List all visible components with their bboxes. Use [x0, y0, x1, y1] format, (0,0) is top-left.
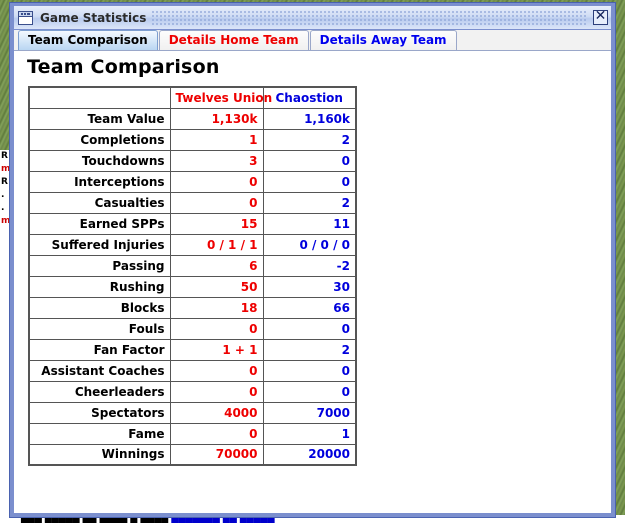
- stat-value-home: 0: [169, 380, 264, 403]
- stat-value-home: 18: [169, 296, 264, 319]
- stat-value-home: 0 / 1 / 1: [169, 233, 264, 256]
- table-row: Interceptions 0 0: [28, 170, 357, 193]
- stat-value-away: 2: [262, 191, 357, 214]
- stat-value-away: 0 / 0 / 0: [262, 233, 357, 256]
- stat-label: Spectators: [28, 401, 171, 424]
- stat-label: Winnings: [28, 443, 171, 466]
- stat-value-away: 1,160k: [262, 107, 357, 130]
- table-row: Fan Factor 1 + 12: [28, 338, 357, 361]
- stat-value-home: 0: [169, 317, 264, 340]
- stat-value-away: 0: [262, 149, 357, 172]
- table-row: Winnings 70000 20000: [28, 443, 357, 466]
- stat-label: Fan Factor: [28, 338, 171, 361]
- stat-value-away: 20000: [262, 443, 357, 466]
- table-row: Touchdowns 3 0: [28, 149, 357, 172]
- stat-value-home: 6: [169, 254, 264, 277]
- table-corner-header: [28, 86, 171, 109]
- stat-label: Touchdowns: [28, 149, 171, 172]
- page-title: Team Comparison: [27, 56, 220, 78]
- tab-team-comparison[interactable]: Team Comparison: [18, 30, 158, 50]
- stat-value-home: 0: [169, 191, 264, 214]
- background-fragment: R: [1, 151, 8, 161]
- stat-value-home: 50: [169, 275, 264, 298]
- stat-value-home: 1,130k: [169, 107, 264, 130]
- tab-details-away-team[interactable]: Details Away Team: [309, 30, 457, 50]
- window-title: Game Statistics: [40, 10, 147, 25]
- table-header-row: Twelves Union Chaostion: [28, 86, 357, 109]
- tab-content-panel: Team Comparison Twelves Union Chaostion …: [14, 51, 611, 513]
- table-row: Spectators 4000 7000: [28, 401, 357, 424]
- stat-value-away: 0: [262, 380, 357, 403]
- background-left-content-strip: R m R . . m: [0, 150, 9, 523]
- stat-label: Interceptions: [28, 170, 171, 193]
- table-row: Assistant Coaches 0 0: [28, 359, 357, 382]
- close-icon[interactable]: ✕: [593, 8, 608, 25]
- stat-label: Fame: [28, 422, 171, 445]
- stat-label: Completions: [28, 128, 171, 151]
- window-titlebar[interactable]: Game Statistics ✕: [14, 6, 611, 30]
- stat-value-home: 1: [169, 128, 264, 151]
- background-fragment: .: [1, 203, 5, 213]
- stat-value-away: 2: [262, 128, 357, 151]
- close-glyph: ✕: [594, 8, 607, 24]
- stat-value-away: 30: [262, 275, 357, 298]
- stat-value-away: 0: [262, 317, 357, 340]
- stat-value-home: 0: [169, 170, 264, 193]
- stat-value-away: -2: [262, 254, 357, 277]
- stat-label: Team Value: [28, 107, 171, 130]
- stat-value-home: 0: [169, 422, 264, 445]
- titlebar-drag-texture[interactable]: [152, 10, 587, 25]
- background-fragment: .: [1, 190, 5, 200]
- tab-details-home-team[interactable]: Details Home Team: [158, 30, 309, 50]
- table-row: Rushing 50 30: [28, 275, 357, 298]
- stat-value-away: 0: [262, 170, 357, 193]
- table-header-away-team: Chaostion: [262, 86, 357, 109]
- stat-label: Passing: [28, 254, 171, 277]
- tab-bar: Team Comparison Details Home Team Detail…: [14, 30, 611, 51]
- table-row: Suffered Injuries 0 / 1 / 10 / 0 / 0: [28, 233, 357, 256]
- table-row: Casualties 0 2: [28, 191, 357, 214]
- table-row: Blocks 18 66: [28, 296, 357, 319]
- stat-label: Assistant Coaches: [28, 359, 171, 382]
- stat-label: Fouls: [28, 317, 171, 340]
- table-row: Passing 6 -2: [28, 254, 357, 277]
- stat-label: Earned SPPs: [28, 212, 171, 235]
- stat-value-away: 7000: [262, 401, 357, 424]
- stat-value-home: 15: [169, 212, 264, 235]
- table-row: Completions 1 2: [28, 128, 357, 151]
- team-comparison-table: Twelves Union Chaostion Team Value 1,130k…: [28, 86, 357, 466]
- table-header-home-team: Twelves Union: [169, 86, 272, 109]
- stat-value-away: 2: [262, 338, 357, 361]
- stat-value-home: 3: [169, 149, 264, 172]
- background-fragment: m: [1, 216, 9, 226]
- game-statistics-window: Game Statistics ✕ Team Comparison Detail…: [9, 2, 616, 518]
- table-row: Fame 0 1: [28, 422, 357, 445]
- table-row: Team Value 1,130k 1,160k: [28, 107, 357, 130]
- stat-value-away: 66: [262, 296, 357, 319]
- table-row: Earned SPPs 15 11: [28, 212, 357, 235]
- stat-value-away: 0: [262, 359, 357, 382]
- stat-value-home: 0: [169, 359, 264, 382]
- stat-label: Suffered Injuries: [28, 233, 171, 256]
- stat-value-away: 11: [262, 212, 357, 235]
- stat-value-away: 1: [262, 422, 357, 445]
- stat-label: Cheerleaders: [28, 380, 171, 403]
- table-row: Cheerleaders 0 0: [28, 380, 357, 403]
- stat-value-home: 70000: [169, 443, 264, 466]
- window-icon: [18, 10, 33, 25]
- stat-label: Rushing: [28, 275, 171, 298]
- background-fragment: m: [1, 164, 9, 174]
- stat-value-home: 1 + 1: [169, 338, 264, 361]
- table-row: Fouls 0 0: [28, 317, 357, 340]
- stat-label: Casualties: [28, 191, 171, 214]
- background-fragment: R: [1, 177, 8, 187]
- stat-label: Blocks: [28, 296, 171, 319]
- table-body: Team Value 1,130k 1,160k Completions 1 2 Touch…: [28, 107, 357, 466]
- window-frame: Game Statistics ✕ Team Comparison Detail…: [10, 3, 615, 517]
- stat-value-home: 4000: [169, 401, 264, 424]
